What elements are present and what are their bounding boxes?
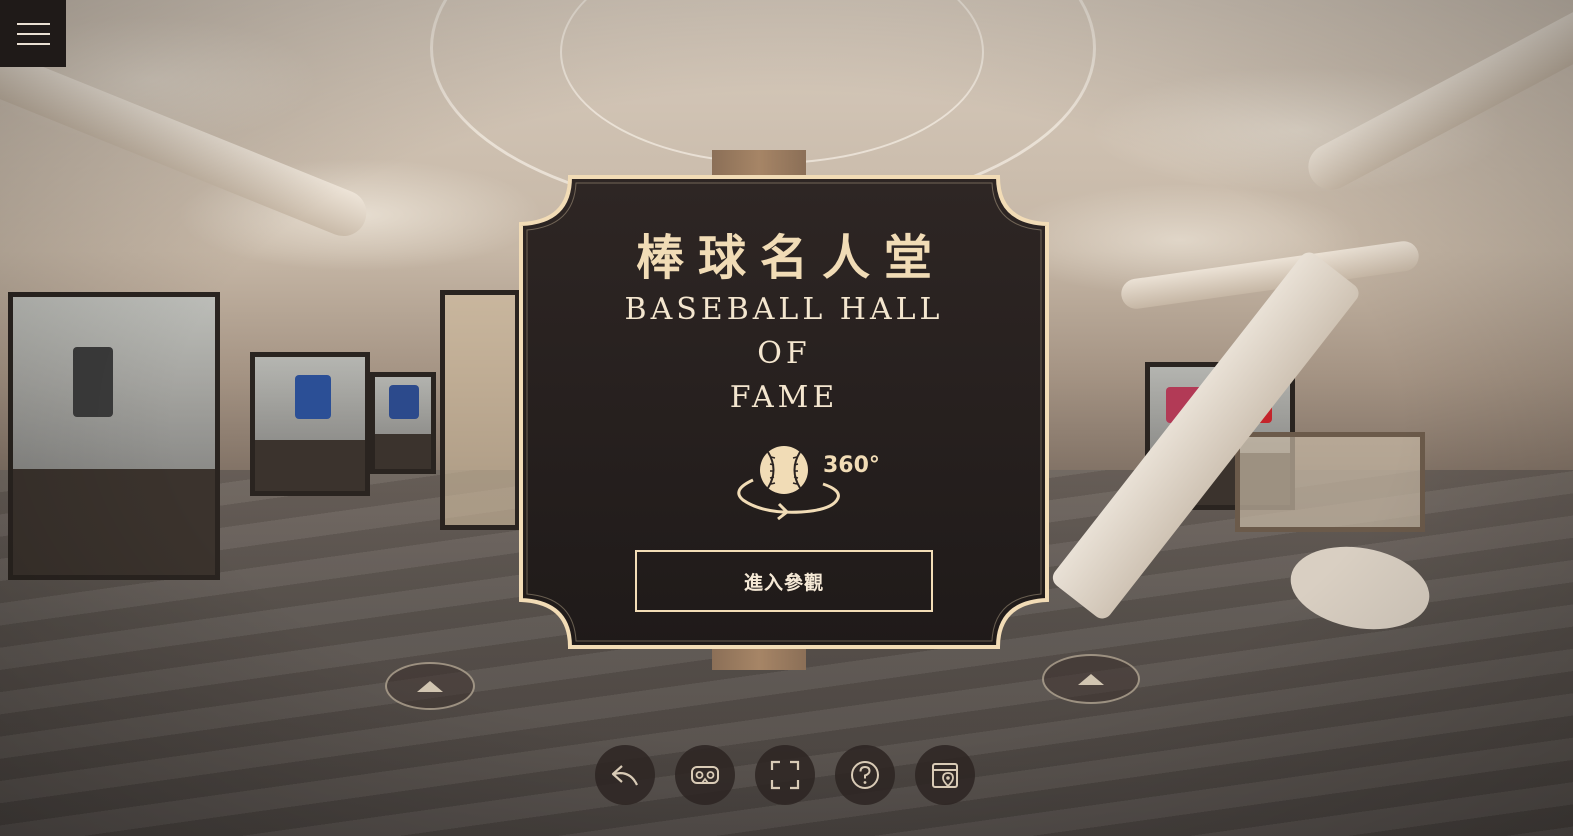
map-button[interactable] — [915, 745, 975, 805]
menu-bar — [16, 32, 50, 35]
title-chinese: 棒球名人堂 — [635, 230, 946, 286]
menu-bar — [16, 22, 50, 25]
fullscreen-icon — [770, 760, 800, 790]
bottom-toolbar — [595, 745, 975, 805]
title-english-line: FAME — [729, 380, 839, 415]
pano-label: 360° — [823, 453, 880, 478]
vr-goggles-icon — [691, 766, 719, 784]
title-english-line: BASEBALL HALL — [624, 292, 944, 327]
title-english: BASEBALL HALL OF FAME — [518, 288, 1050, 420]
help-button[interactable] — [835, 745, 895, 805]
baseball-360-icon: 360° — [737, 446, 880, 521]
map-location-icon — [932, 763, 958, 788]
enter-tour-button[interactable]: 進入參觀 — [635, 550, 933, 612]
intro-card: 棒球名人堂 BASEBALL HALL OF FAME 360° 進入參觀 — [518, 174, 1050, 650]
hamburger-menu-icon[interactable] — [0, 0, 66, 67]
hotspot-forward-right[interactable] — [1042, 654, 1140, 704]
menu-bar — [16, 42, 50, 45]
move-forward-arrow-icon — [417, 681, 443, 692]
move-forward-arrow-icon — [1078, 674, 1104, 685]
title-english-line: OF — [757, 336, 811, 371]
hotspot-forward-left[interactable] — [385, 662, 475, 710]
back-button[interactable] — [595, 745, 655, 805]
help-icon — [851, 761, 879, 789]
fullscreen-button[interactable] — [755, 745, 815, 805]
back-arrow-icon — [611, 765, 638, 786]
vr-mode-button[interactable] — [675, 745, 735, 805]
